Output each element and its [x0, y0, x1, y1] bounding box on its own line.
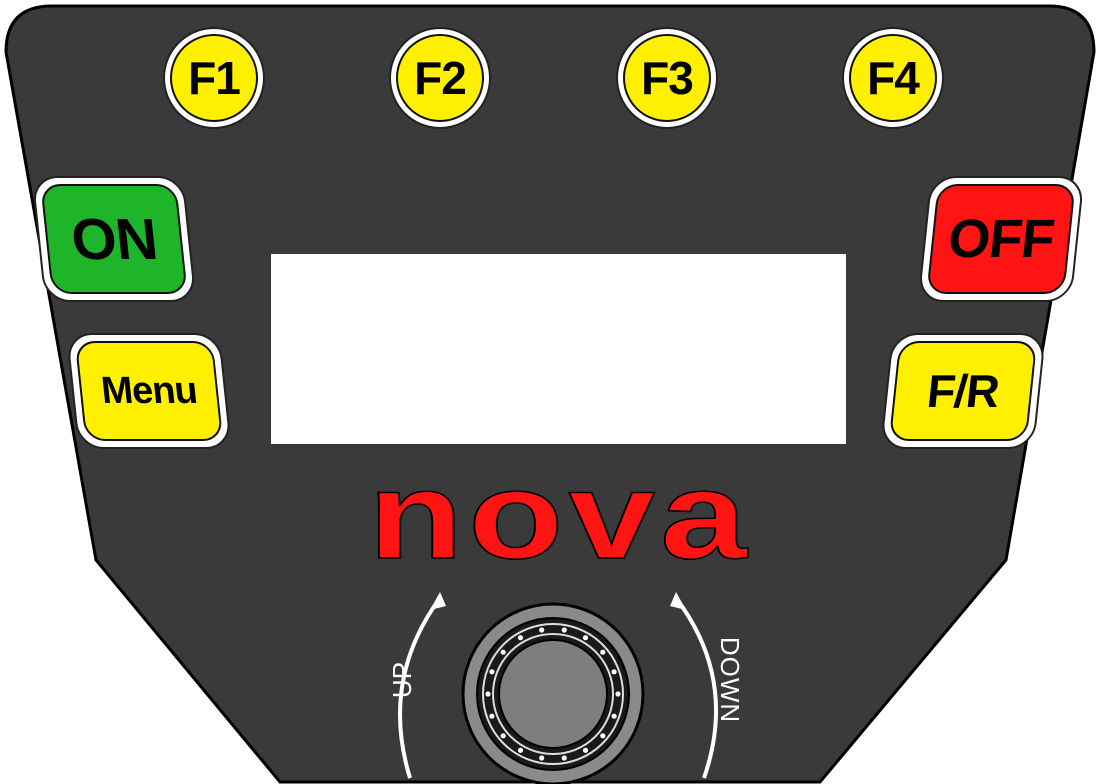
knob-dot — [582, 635, 589, 641]
knob-dot — [615, 691, 621, 697]
up-label: UP — [386, 661, 417, 699]
knob-dot — [489, 713, 495, 719]
knob-dot — [517, 635, 524, 641]
knob-dot — [561, 755, 567, 761]
knob-dot — [485, 691, 491, 697]
menu-button-label: Menu — [74, 341, 224, 441]
on-button-label: ON — [40, 184, 188, 294]
controller-panel-stage: F1 F2 F3 F4 ON OFF Menu F/R nova UP DOWN — [0, 0, 1101, 784]
off-button[interactable]: OFF — [917, 176, 1085, 302]
lcd-display — [271, 254, 846, 444]
knob-dot — [500, 733, 506, 739]
off-button-label: OFF — [926, 184, 1076, 294]
knob-dot — [611, 713, 617, 719]
knob-dot — [500, 649, 506, 655]
knob-dot — [582, 747, 589, 753]
knob-dot — [600, 733, 606, 739]
f1-key-label: F1 — [170, 34, 258, 122]
on-button[interactable]: ON — [31, 176, 197, 302]
f3-key[interactable]: F3 — [616, 27, 718, 129]
rotary-knob-icon[interactable] — [498, 639, 608, 749]
f1-key[interactable]: F1 — [163, 27, 265, 129]
knob-dot — [539, 627, 545, 633]
menu-button[interactable]: Menu — [65, 333, 233, 449]
knob-dot — [489, 669, 495, 675]
f3-key-label: F3 — [623, 34, 711, 122]
fr-button-label: F/R — [888, 341, 1038, 441]
f4-key-label: F4 — [849, 34, 937, 122]
knob-dot — [517, 747, 524, 753]
brand-logo-text: nova — [368, 470, 752, 580]
knob-dot — [539, 755, 545, 761]
knob-dot — [561, 627, 567, 633]
knob-dot — [600, 649, 606, 655]
f2-key[interactable]: F2 — [389, 27, 491, 129]
rotary-knob[interactable] — [461, 602, 645, 784]
f4-key[interactable]: F4 — [842, 27, 944, 129]
brand-logo: nova — [367, 470, 752, 580]
down-label: DOWN — [715, 636, 746, 724]
knob-dot — [611, 669, 617, 675]
f2-key-label: F2 — [396, 34, 484, 122]
fr-button[interactable]: F/R — [879, 333, 1047, 449]
